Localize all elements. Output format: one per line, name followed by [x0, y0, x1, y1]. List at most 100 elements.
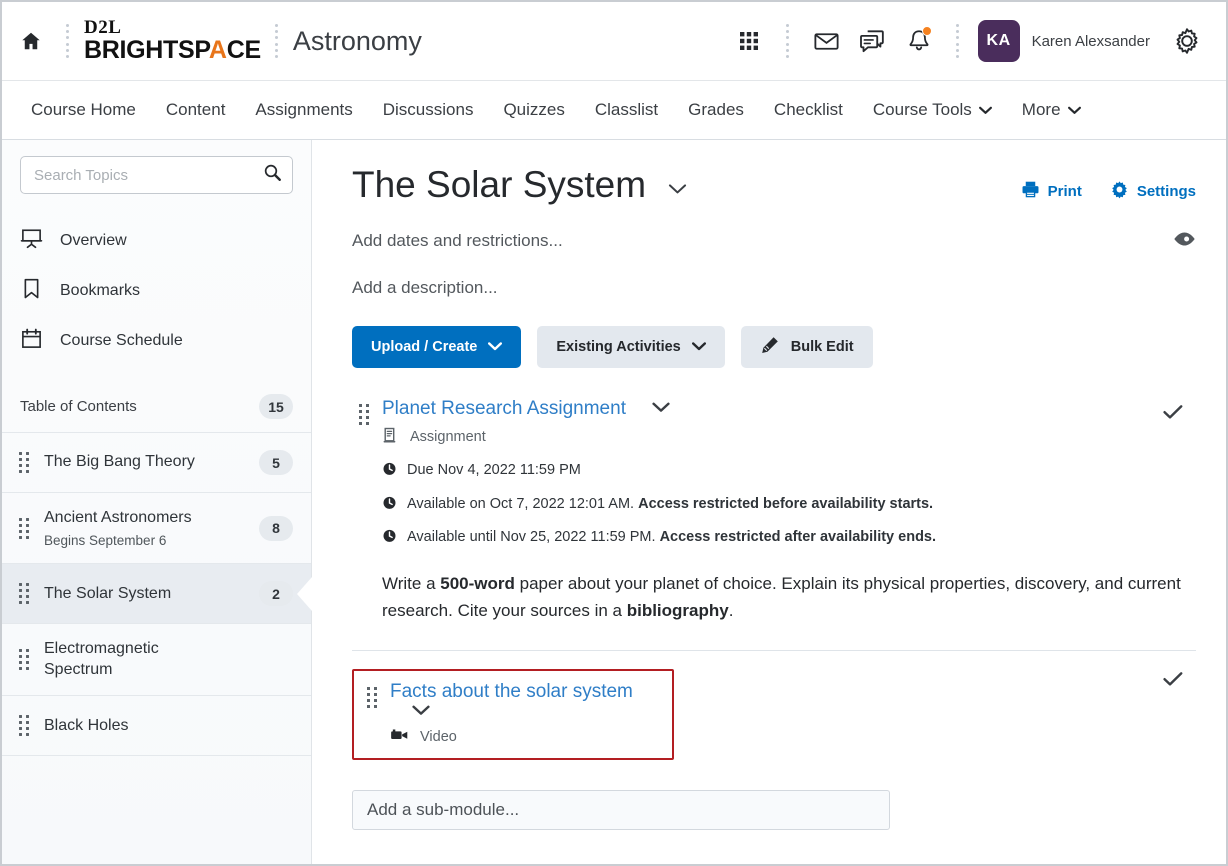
- nav-label: Content: [165, 100, 226, 119]
- clock-icon: [382, 461, 397, 482]
- nav-item-assignments[interactable]: Assignments: [240, 100, 367, 120]
- module-title: The Solar System: [44, 584, 172, 602]
- settings-button[interactable]: Settings: [1110, 180, 1196, 203]
- header-divider-dots-2: [274, 24, 279, 58]
- gear-icon[interactable]: [1164, 18, 1210, 64]
- chevron-down-icon[interactable]: [412, 703, 430, 721]
- chevron-down-icon[interactable]: [652, 400, 671, 418]
- chevron-down-icon[interactable]: [668, 182, 687, 200]
- eye-icon[interactable]: [1173, 231, 1196, 252]
- add-description-field[interactable]: Add a description...: [352, 278, 1196, 298]
- nav-label: Assignments: [255, 100, 353, 119]
- bell-icon[interactable]: [896, 18, 942, 64]
- sidebar-module-ancient-astronomers[interactable]: Ancient Astronomers Begins September 6 8: [2, 493, 311, 565]
- table-of-contents-header[interactable]: Table of Contents 15: [2, 378, 311, 433]
- page-body: Overview Bookmarks: [2, 140, 1226, 864]
- completion-check-cell[interactable]: [1150, 665, 1196, 692]
- nav-item-classlist[interactable]: Classlist: [580, 100, 673, 120]
- drag-handle-icon[interactable]: [18, 452, 30, 473]
- content-item-header: Planet Research Assignment Assignment: [352, 398, 1196, 448]
- content-item-header: Facts about the solar system Video: [352, 665, 1196, 760]
- existing-activities-button[interactable]: Existing Activities: [537, 325, 725, 368]
- content-item-type-label: Video: [420, 728, 457, 745]
- nav-item-grades[interactable]: Grades: [673, 100, 759, 120]
- content-item-meta-due: Due Nov 4, 2022 11:59 PM: [382, 461, 1196, 482]
- sidebar-module-the-solar-system[interactable]: The Solar System 2: [2, 564, 311, 625]
- header-icon-group: KA Karen Alexsander: [726, 18, 1210, 64]
- meta-text-bold: Access restricted after availability end…: [659, 529, 937, 546]
- search-input[interactable]: [34, 166, 263, 184]
- module-title: The Big Bang Theory: [44, 453, 195, 471]
- sidebar-item-course-schedule[interactable]: Course Schedule: [2, 316, 311, 366]
- drag-handle-icon[interactable]: [18, 649, 30, 671]
- drag-handle-icon[interactable]: [18, 715, 30, 737]
- add-sub-module-label: Add a sub-module...: [367, 799, 520, 819]
- checkmark-icon[interactable]: [1163, 671, 1183, 692]
- add-dates-restrictions-field[interactable]: Add dates and restrictions...: [352, 231, 1196, 252]
- sidebar-item-bookmarks[interactable]: Bookmarks: [2, 266, 311, 316]
- drag-handle-icon[interactable]: [358, 403, 370, 425]
- sidebar-module-the-big-bang-theory[interactable]: The Big Bang Theory 5: [2, 433, 311, 493]
- user-name-label[interactable]: Karen Alexsander: [1032, 33, 1150, 50]
- search-topics-box[interactable]: [20, 156, 293, 194]
- header-divider-dots-4: [955, 24, 960, 58]
- calendar-icon: [20, 327, 43, 355]
- sidebar-item-label: Overview: [60, 232, 127, 249]
- nav-item-checklist[interactable]: Checklist: [759, 100, 858, 120]
- sidebar-links: Overview Bookmarks Course Schedule: [2, 216, 311, 366]
- content-item-link[interactable]: Facts about the solar system: [390, 681, 633, 703]
- upload-create-button[interactable]: Upload / Create: [352, 325, 522, 368]
- search-topics-wrapper: [2, 156, 311, 194]
- brightspace-logo[interactable]: D2L BRIGHTSPACE: [84, 18, 261, 65]
- print-button[interactable]: Print: [1021, 180, 1082, 203]
- nav-item-quizzes[interactable]: Quizzes: [488, 100, 579, 120]
- meta-text-group: Available on Oct 7, 2022 12:01 AM. Acces…: [407, 495, 933, 514]
- waffle-grid-icon[interactable]: [726, 18, 772, 64]
- chevron-down-icon: [978, 100, 992, 120]
- assignment-document-icon: [382, 427, 399, 448]
- add-dates-label: Add dates and restrictions...: [352, 231, 563, 251]
- nav-item-discussions[interactable]: Discussions: [368, 100, 489, 120]
- app-header: D2L BRIGHTSPACE Astronomy KA Karen Alexs…: [2, 2, 1226, 80]
- module-count-badge: 8: [259, 515, 293, 541]
- add-sub-module-input[interactable]: Add a sub-module...: [352, 789, 890, 830]
- home-icon[interactable]: [16, 26, 46, 56]
- nav-label: Course Home: [31, 100, 136, 119]
- course-navbar: Course Home Content Assignments Discussi…: [2, 80, 1226, 140]
- nav-label: Classlist: [594, 100, 659, 119]
- desc-part-bold: 500-word: [440, 574, 515, 594]
- completion-check-cell[interactable]: [1150, 398, 1196, 425]
- envelope-icon[interactable]: [804, 18, 850, 64]
- content-item-link[interactable]: Planet Research Assignment: [382, 398, 626, 420]
- meta-text: Available on Oct 7, 2022 12:01 AM.: [407, 495, 639, 512]
- header-divider-dots-1: [66, 24, 70, 58]
- chat-icon[interactable]: [850, 18, 896, 64]
- bulk-edit-button[interactable]: Bulk Edit: [740, 325, 873, 368]
- nav-item-content[interactable]: Content: [151, 100, 241, 120]
- sidebar-item-overview[interactable]: Overview: [2, 216, 311, 266]
- content-item-description: Write a 500-word paper about your planet…: [382, 571, 1196, 624]
- module-subtitle: Begins September 6: [44, 533, 167, 549]
- drag-handle-icon[interactable]: [366, 686, 378, 708]
- nav-label: Quizzes: [503, 100, 565, 119]
- search-icon[interactable]: [263, 163, 282, 187]
- avatar[interactable]: KA: [977, 20, 1020, 62]
- page-title: The Solar System: [352, 164, 647, 205]
- nav-item-course-tools[interactable]: Course Tools: [858, 100, 1007, 120]
- action-button-row: Upload / Create Existing Activities Bulk…: [352, 325, 1196, 368]
- notification-badge: [921, 26, 932, 36]
- toc-count-badge: 15: [259, 394, 293, 419]
- content-sidebar: Overview Bookmarks: [2, 140, 312, 864]
- content-item-type-label: Assignment: [410, 429, 486, 446]
- nav-item-course-home[interactable]: Course Home: [16, 100, 151, 120]
- sidebar-module-electromagnetic-spectrum[interactable]: Electromagnetic Spectrum: [2, 624, 311, 697]
- logo-d2l-text: D2L: [84, 16, 122, 38]
- page-actions: Print Settings: [1021, 166, 1196, 203]
- nav-item-more[interactable]: More: [1007, 100, 1096, 120]
- drag-handle-icon[interactable]: [18, 517, 30, 539]
- content-item-type: Assignment: [382, 427, 1150, 448]
- checkmark-icon[interactable]: [1163, 404, 1183, 425]
- drag-handle-icon[interactable]: [18, 583, 30, 605]
- sidebar-module-black-holes[interactable]: Black Holes: [2, 696, 311, 757]
- nav-label: Course Tools: [872, 100, 972, 119]
